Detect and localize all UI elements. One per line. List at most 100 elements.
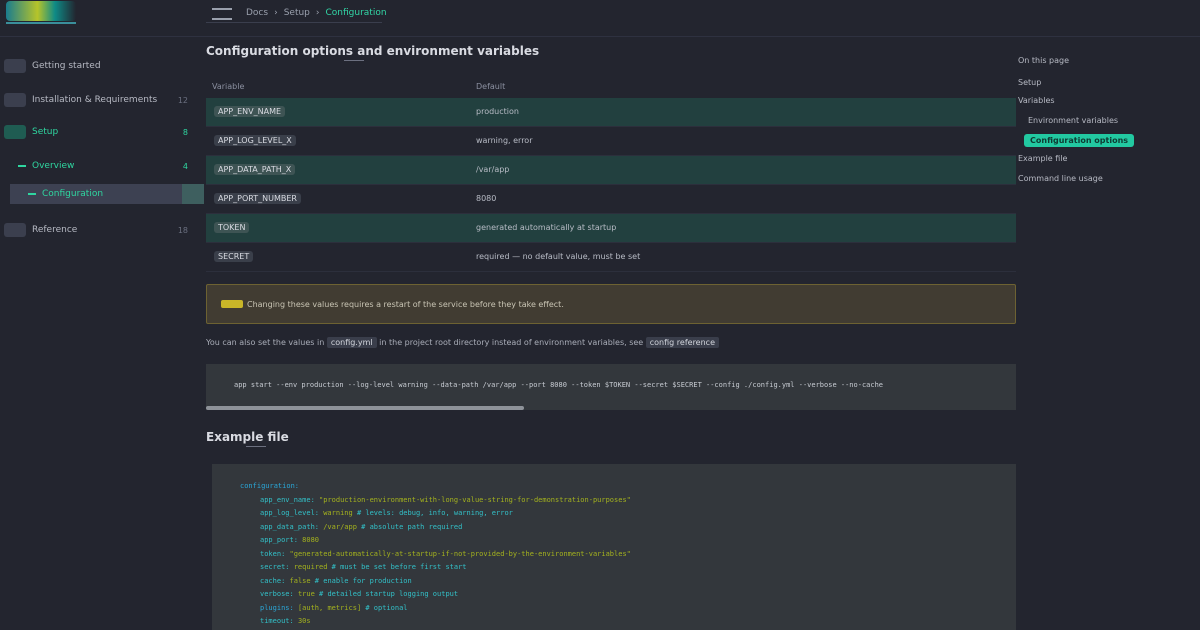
breadcrumb-item-docs[interactable]: Docs [246, 8, 268, 18]
code-token: app_data_path: [260, 522, 324, 531]
table-cell-name: SECRET [214, 251, 254, 262]
page-title: Configuration options and environment va… [206, 44, 540, 58]
breadcrumb-item-setup[interactable]: Setup [284, 8, 310, 18]
code-token: "production-environment-with-long-value-… [319, 495, 631, 504]
code-line: cache: false # enable for production [260, 577, 412, 585]
sidebar-item-label: Reference [32, 225, 78, 235]
logo-underline [6, 22, 76, 24]
table-cell-value: warning, error [476, 136, 533, 145]
code-token: verbose: [260, 590, 298, 598]
sidebar-item-count: 12 [177, 95, 188, 105]
code-line: timeout: 30s [260, 617, 311, 625]
toc-item[interactable]: Configuration options [1024, 134, 1135, 147]
code-line: app start --env production --log-level w… [234, 381, 884, 389]
breadcrumb-divider [206, 22, 382, 23]
code-token: app_port: [260, 536, 303, 544]
table-cell-value: /var/app [476, 165, 510, 174]
toc-item[interactable]: Command line usage [1018, 174, 1103, 183]
code-token: plugins: [260, 603, 298, 612]
table-cell-value: production [476, 107, 519, 116]
sidebar-item-installation[interactable]: Installation & Requirements 12 [0, 90, 204, 110]
sidebar-subitem-overview[interactable]: Overview 4 [0, 156, 204, 176]
section-title: Example file [206, 430, 289, 444]
code-token: warning [323, 509, 353, 517]
code-token: true [297, 590, 315, 598]
table-row: APP_ENV_NAME production [206, 98, 1016, 127]
gear-icon [4, 125, 26, 139]
table-cell-value: 8080 [476, 194, 497, 203]
sidebar-item-label: Configuration [42, 189, 104, 199]
sidebar-item-label: Overview [32, 161, 75, 171]
table-of-contents: On this page Setup Variables Environment va… [1018, 36, 1200, 630]
bullet-icon [18, 165, 26, 167]
table-cell-value: generated automatically at startup [476, 223, 617, 232]
sidebar: Getting started Installation & Requireme… [0, 36, 204, 630]
sidebar-item-count: 8 [182, 127, 188, 137]
toc-item[interactable]: Example file [1018, 154, 1067, 163]
code-token: # optional [361, 603, 408, 612]
code-line: token: "generated-automatically-at-start… [260, 550, 631, 558]
warning-icon [221, 300, 243, 308]
code-scrollbar[interactable] [206, 406, 524, 410]
code-token: # must be set before first start [327, 563, 467, 571]
code-token: 8080 [302, 536, 320, 544]
table-row: APP_PORT_NUMBER 8080 [206, 185, 1016, 214]
sidebar-item-label: Getting started [32, 61, 101, 71]
logo[interactable] [6, 1, 76, 21]
code-token: cache: [260, 576, 290, 585]
book-icon [4, 59, 26, 73]
code-block-command: app start --env production --log-level w… [206, 364, 1016, 410]
sidebar-item-label: Setup [32, 127, 59, 137]
sidebar-item-count: 18 [177, 225, 188, 235]
toc-item[interactable]: Environment variables [1028, 116, 1118, 125]
breadcrumb-separator: › [274, 8, 278, 18]
table-row: APP_LOG_LEVEL_X warning, error [206, 127, 1016, 156]
sidebar-item-setup[interactable]: Setup 8 [0, 122, 204, 142]
code-line: app_port: 8080 [260, 536, 319, 544]
list-icon [4, 223, 26, 237]
inline-code-link[interactable]: config reference [645, 337, 719, 348]
main-content: Configuration options and environment va… [206, 36, 1016, 630]
breadcrumb-separator: › [315, 8, 320, 18]
code-token: false [289, 576, 311, 585]
code-token: required [293, 563, 328, 571]
table-header: Variable Default [206, 78, 1016, 98]
menu-icon[interactable] [212, 8, 232, 20]
code-token: /var/app [323, 522, 357, 531]
code-line: app_data_path: /var/app # absolute path … [260, 523, 462, 531]
download-icon [4, 93, 26, 107]
table-cell-name: APP_PORT_NUMBER [214, 193, 301, 204]
toc-item[interactable]: Variables [1018, 96, 1055, 105]
table-cell-value: required — no default value, must be set [476, 252, 641, 261]
code-token: timeout: [260, 617, 298, 625]
code-token: secret: [260, 563, 294, 571]
section-underline [246, 446, 266, 447]
inline-code: config.yml [326, 337, 377, 348]
toc-item[interactable]: Setup [1018, 78, 1041, 87]
variables-table: Variable Default APP_ENV_NAME production… [206, 78, 1016, 272]
code-line: secret: required # must be set before fi… [260, 563, 467, 571]
sidebar-subitem-configuration[interactable]: Configuration [10, 184, 204, 204]
code-line: configuration: [240, 482, 299, 490]
top-bar: Docs › Setup › Configuration [0, 0, 1200, 37]
code-line: plugins: [auth, metrics] # optional [260, 604, 408, 612]
table-cell-name: APP_DATA_PATH_X [214, 164, 296, 175]
selection-indicator [182, 184, 204, 204]
code-token: 30s [297, 617, 311, 625]
bullet-icon [28, 193, 36, 195]
code-line: app_log_level: warning # levels: debug, … [260, 509, 513, 517]
sidebar-item-getting-started[interactable]: Getting started [0, 56, 204, 76]
code-line: app_env_name: "production-environment-wi… [260, 496, 631, 504]
sidebar-item-label: Installation & Requirements [32, 95, 158, 105]
paragraph: You can also set the values in config.ym… [206, 337, 719, 348]
title-underline [344, 60, 364, 61]
table-cell-name: APP_LOG_LEVEL_X [214, 135, 296, 146]
sidebar-item-reference[interactable]: Reference 18 [0, 220, 204, 240]
table-row: APP_DATA_PATH_X /var/app [206, 156, 1016, 185]
toc-item[interactable]: On this page [1018, 56, 1069, 65]
code-token: "generated-automatically-at-startup-if-n… [289, 549, 631, 558]
column-header-default: Default [476, 82, 506, 91]
code-token: app_env_name: [260, 495, 320, 504]
breadcrumb: Docs › Setup › Configuration [246, 6, 387, 20]
code-token: # levels: debug, info, warning, error [352, 509, 513, 517]
